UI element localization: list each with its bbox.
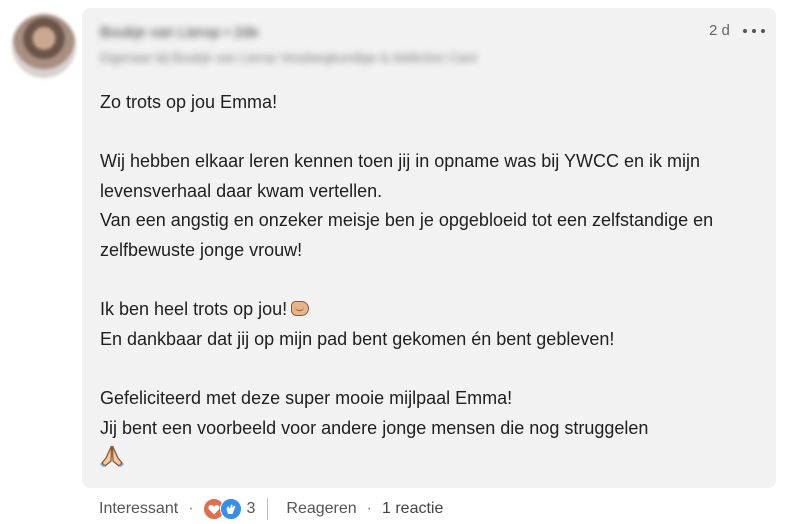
comment-line: Jij bent een voorbeeld voor andere jonge…	[100, 417, 649, 438]
action-divider	[267, 498, 269, 520]
reactions-summary[interactable]: 3	[203, 498, 255, 520]
comment-line	[100, 118, 760, 148]
comment-line: Wij hebben elkaar leren kennen toen jij …	[100, 151, 700, 201]
more-options-icon[interactable]	[743, 24, 765, 38]
reaction-count: 3	[246, 500, 256, 517]
author-avatar[interactable]	[12, 14, 76, 78]
comment-line: Gefeliciteerd met deze super mooie mijlp…	[100, 387, 513, 408]
comment-line: Ik ben heel trots op jou!	[100, 295, 760, 325]
comment-actions: Interessant · 3 Reageren · 1 reactie	[99, 498, 443, 520]
comment-line	[100, 354, 760, 384]
comment-body: Zo trots op jou Emma! Wij hebben elkaar …	[100, 88, 760, 468]
reply-count-link[interactable]: 1 reactie	[382, 500, 443, 518]
author-name[interactable]: Boukje van Lierop • 2de	[100, 24, 259, 41]
separator-dot: ·	[188, 500, 194, 517]
comment-line	[100, 266, 760, 296]
react-button[interactable]: Interessant	[99, 500, 178, 518]
comment-line: En dankbaar dat jij op mijn pad bent gek…	[100, 328, 615, 349]
reply-button[interactable]: Reageren	[286, 500, 356, 518]
separator-dot: ·	[366, 500, 372, 517]
clap-reaction-icon	[220, 498, 243, 520]
comment-timestamp: 2 d	[709, 22, 730, 39]
comment-line: Zo trots op jou Emma!	[100, 92, 278, 112]
folded-hands-emoji-icon	[100, 445, 124, 468]
comment-line: Van een angstig en onzeker meisje ben je…	[100, 210, 714, 260]
author-headline: Eigenaar bij Boukje van Lierop Verpleegk…	[100, 50, 478, 65]
fist-emoji-icon	[291, 301, 310, 317]
